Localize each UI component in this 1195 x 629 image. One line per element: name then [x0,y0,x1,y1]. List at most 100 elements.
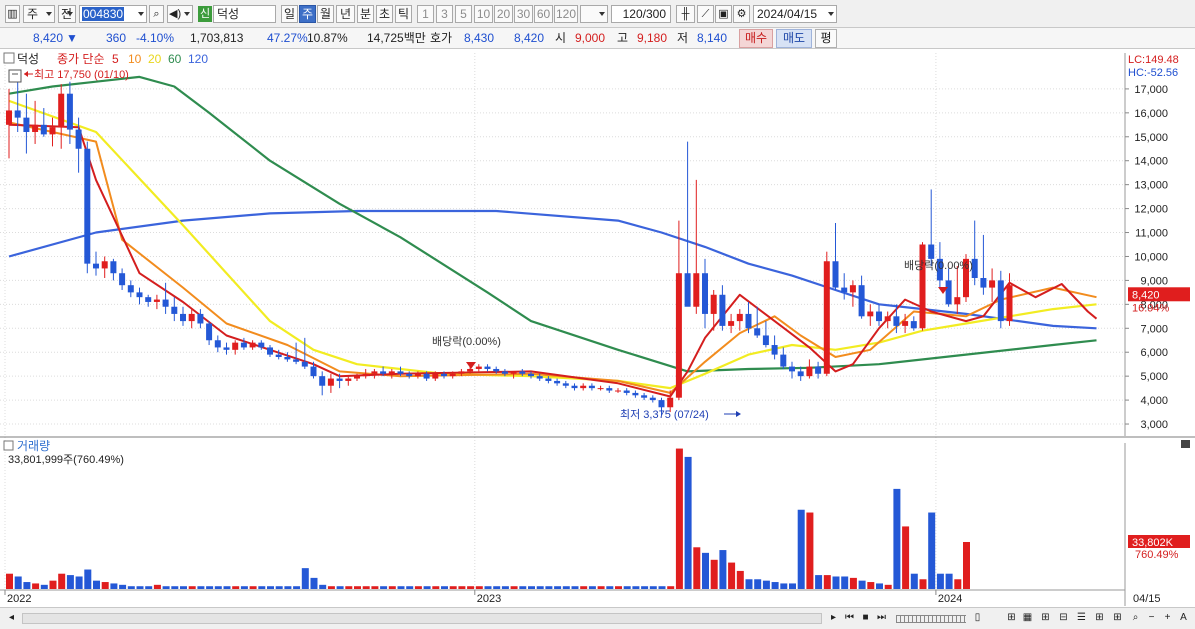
period-minute-button[interactable]: 분 [357,5,374,23]
candle-body [354,376,360,379]
price-tick-label: 7,000 [1140,323,1168,335]
save-icon[interactable]: ▣ [715,5,732,23]
volume-bar [267,586,274,589]
split-icon[interactable]: ⊞ [1110,611,1125,626]
period-second-button[interactable]: 초 [376,5,393,23]
market-select[interactable]: 전 [58,5,76,23]
interval-120-button[interactable]: 120 [554,5,578,23]
legend-ma5: 5 [112,52,119,66]
evaluate-button[interactable]: 평 [815,29,837,48]
grid-icon[interactable]: ⊞ [1092,611,1107,626]
ask-price: 8,430 [464,31,495,45]
search-icon[interactable]: ⌕ [149,5,164,23]
candle-body [675,273,682,398]
stop-icon[interactable]: ■ [858,611,873,626]
candle-body [484,366,491,369]
volume-bar [206,586,214,589]
stock-code-input[interactable]: 004830 [79,5,147,23]
time-tick-label: 2023 [477,593,501,605]
volume-bar [214,586,222,589]
zoom-in-icon[interactable]: + [1160,611,1175,626]
volume-bar [145,586,153,589]
candle-body [510,371,517,374]
interval-10-button[interactable]: 10 [474,5,493,23]
price-tick-label: 9,000 [1140,275,1168,287]
candle-body [562,383,569,386]
draw-tool-icon[interactable]: ⟋ [697,5,714,23]
legend-collapse-icon[interactable] [3,52,15,64]
volume-bar [232,586,240,589]
sell-button[interactable]: 매도 [776,29,812,48]
volume-bar [162,586,170,589]
interval-60-button[interactable]: 60 [534,5,553,23]
volume-bar [310,577,318,589]
volume-bar [127,586,135,589]
legend-ma10: 10 [128,52,142,66]
volume-collapse-icon[interactable] [3,440,14,451]
interval-20-button[interactable]: 20 [494,5,513,23]
plus-box-icon[interactable]: ⊞ [1038,611,1053,626]
scroll-left-icon[interactable]: ◂ [4,611,19,626]
volume-bar [475,586,483,589]
speaker-icon[interactable]: ◀) [167,5,193,23]
jump-end-icon[interactable]: ⏭ [874,611,889,626]
scroll-track[interactable] [22,613,822,624]
period-year-button[interactable]: 년 [336,5,355,23]
legend-ma-label: 종가 단순 [57,52,105,66]
chart-menu-icon[interactable]: ▥ [5,5,20,23]
stock-name-field[interactable]: 덕성 [213,5,276,23]
zoom-search-icon[interactable]: ⌕ [1128,611,1143,626]
candle-body [876,311,882,322]
price-tick-label: 16,000 [1134,108,1168,120]
candle-body [267,347,273,355]
candle-body [136,292,143,298]
period-month-button[interactable]: 월 [317,5,334,23]
minus-box-icon[interactable]: ⊟ [1056,611,1071,626]
interval-1-button[interactable]: 1 [417,5,434,23]
jump-start-icon[interactable]: ⏮ [842,611,857,626]
candle-body [910,321,917,329]
trade-amount: 14,725백만 [367,31,426,45]
volume-bar [119,584,127,589]
candle-body [380,371,387,374]
zoom-out-icon[interactable]: − [1144,611,1159,626]
candle-body [884,316,891,322]
count-field[interactable]: 120/300 [611,5,671,23]
price-tick-label: 13,000 [1134,180,1168,192]
date-picker[interactable]: 2024/04/15 [753,5,837,23]
zoom-slider[interactable] [896,615,966,623]
table-icon[interactable]: ▦ [1020,611,1035,626]
reset-zoom-icon[interactable]: ▯ [970,611,985,626]
interval-30-button[interactable]: 30 [514,5,533,23]
calculator-icon[interactable] [8,69,22,83]
candle-type-icon[interactable]: ╫ [676,5,695,23]
volume-bar [362,586,370,589]
interval-3-button[interactable]: 3 [436,5,453,23]
period-week-button[interactable]: 주 [299,5,316,23]
candle-body [858,285,865,317]
candle-body [754,328,761,336]
volume-bar [684,456,692,589]
candle-body [902,321,909,326]
interval-5-button[interactable]: 5 [455,5,472,23]
interval-custom-select[interactable] [580,5,608,23]
scroll-right-icon[interactable]: ▸ [826,611,841,626]
chart-grid-icon[interactable]: ⊞ [1004,611,1019,626]
chart-type-select[interactable]: 주 [23,5,55,23]
candle-body [414,373,421,377]
volume-bar [632,586,640,589]
volume-bar [84,569,92,589]
font-size-icon[interactable]: A [1176,611,1191,626]
volume-bar [536,586,544,589]
list-icon[interactable]: ☰ [1074,611,1089,626]
volume-bar [658,586,666,589]
period-day-button[interactable]: 일 [281,5,298,23]
buy-button[interactable]: 매수 [739,29,773,48]
volume-bar [597,586,605,589]
gear-icon[interactable]: ⚙ [733,5,750,23]
period-tick-button[interactable]: 틱 [395,5,412,23]
stock-chart[interactable]: 17,000 16,000 15,000 14,000 13,000 12,000 11,0… [0,50,1195,607]
volume-close-icon[interactable] [1181,440,1190,448]
volume-bar [554,586,562,589]
candle-body [119,273,126,286]
